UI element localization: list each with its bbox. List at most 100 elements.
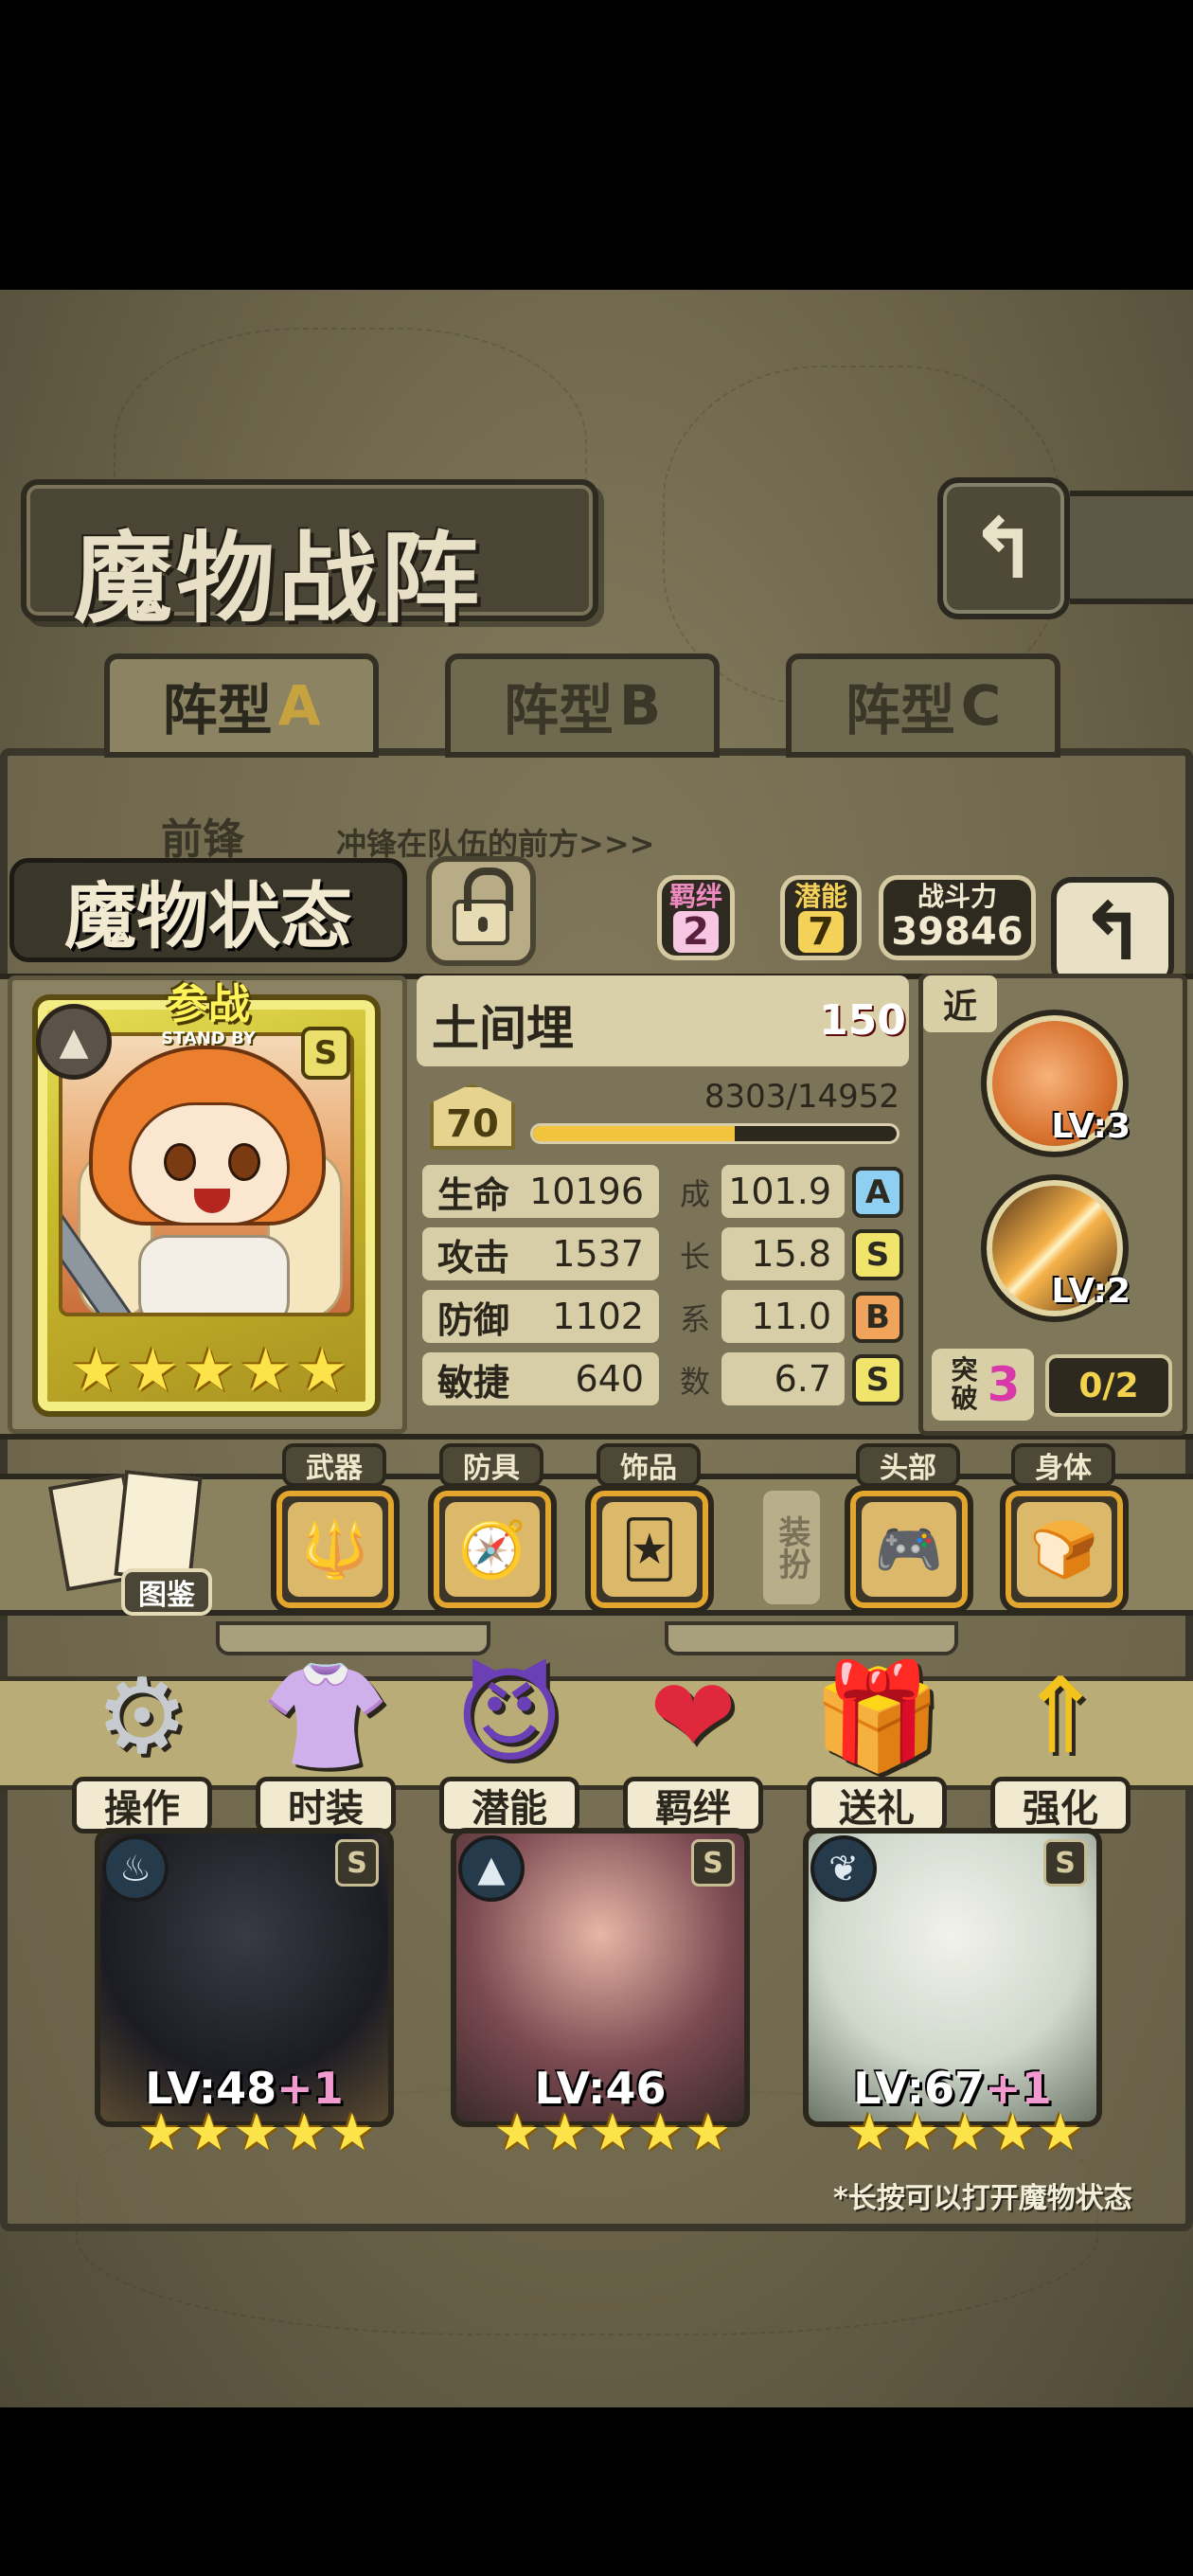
portrait-face [129, 1102, 290, 1225]
attribute-name: 敏捷 [437, 1361, 510, 1404]
portrait-eye [228, 1143, 260, 1181]
tab-letter: C [960, 673, 1002, 738]
grade-badge: A [852, 1167, 903, 1218]
hint-text: *长按可以打开魔物状态 [833, 2182, 1132, 2215]
tab-label: 阵型 [845, 678, 955, 742]
range-tag: 近 [923, 975, 997, 1032]
equipment-slot[interactable]: 🔱 [271, 1485, 400, 1614]
star-icon: ★ [894, 2102, 940, 2162]
attribute-box: 生命 10196 [422, 1165, 659, 1218]
star-icon: ★ [126, 1335, 180, 1404]
potential-value: 7 [798, 911, 844, 953]
star-icon: ★ [542, 2102, 588, 2162]
action-button[interactable]: 😈 潜能 [434, 1650, 585, 1839]
breakthrough-count: 0/2 [1045, 1354, 1172, 1417]
action-label: 羁绊 [623, 1777, 763, 1834]
bond-label: 羁绊 [668, 881, 722, 912]
attribute-value: 10196 [529, 1171, 644, 1212]
bread-bear-skill-icon[interactable]: LV:3 [981, 1010, 1131, 1157]
hearts-icon: ❤ [649, 1655, 738, 1777]
star-icon: ★ [138, 2102, 185, 2162]
power-pill: 战斗力 39846 [879, 875, 1036, 960]
back-button[interactable]: ↰ [937, 477, 1070, 619]
tab-formation-c[interactable]: 阵型 C [786, 653, 1060, 758]
action-button[interactable]: 👚 时装 [250, 1650, 401, 1839]
standby-subtext: STAND BY [161, 1029, 256, 1048]
attribute-name: 攻击 [437, 1236, 510, 1279]
team-member-card[interactable]: ❦ S LV:67+1 [803, 1828, 1102, 2127]
mountain-element-icon: ▲ [458, 1835, 525, 1902]
fire-slash-skill-icon[interactable]: LV:2 [981, 1174, 1131, 1322]
action-button[interactable]: ⚙ 操作 [66, 1650, 218, 1839]
star-icon: ★ [183, 1335, 236, 1404]
water-element-icon: ♨ [102, 1835, 169, 1902]
rank-badge: S [301, 1027, 350, 1080]
return-arrow-icon: ↰ [1078, 886, 1147, 978]
back-button-extension [1070, 491, 1193, 604]
return-arrow-icon: ↰ [969, 499, 1039, 598]
lock-button[interactable] [426, 856, 536, 966]
lock-icon [453, 868, 513, 945]
action-button[interactable]: 🎁 送礼 [801, 1650, 953, 1839]
star-icon: ★ [589, 2102, 636, 2162]
slot-label: 身体 [1011, 1443, 1115, 1487]
team-member-card[interactable]: ▲ S LV:46 [451, 1828, 750, 2127]
bond-value: 2 [673, 911, 719, 953]
growth-label-char: 长 [680, 1239, 711, 1275]
team-member-card[interactable]: ♨ S LV:48+1 [95, 1828, 394, 2127]
equipment-slot[interactable]: 🃏 [585, 1485, 714, 1614]
equipment-slot[interactable]: 🍞 [1000, 1485, 1129, 1614]
exp-fill [533, 1126, 736, 1141]
card-icon: 🃏 [602, 1502, 697, 1597]
equipment-slot[interactable]: 🧭 [428, 1485, 557, 1614]
exp-text: 8303/14952 [703, 1078, 899, 1116]
grade-badge: S [852, 1229, 903, 1280]
action-button[interactable]: ❤ 羁绊 [617, 1650, 769, 1839]
exp-bar [530, 1123, 899, 1144]
page-title: 魔物战阵 [74, 521, 484, 636]
compendium-button[interactable]: 图鉴 [121, 1568, 212, 1616]
equipment-slot[interactable]: 🎮 [845, 1485, 973, 1614]
card-stars: ★ ★ ★ ★ ★ [53, 1337, 365, 1404]
status-title: 魔物状态 [9, 858, 407, 962]
star-icon: ★ [186, 2102, 232, 2162]
gift-icon: 🎁 [811, 1655, 942, 1777]
action-label: 强化 [990, 1777, 1131, 1834]
clothes-icon: 👚 [260, 1655, 391, 1777]
team-member-stars: ★ ★ ★ ★ ★ [138, 2104, 375, 2161]
growth-label-char: 数 [680, 1364, 711, 1400]
action-button[interactable]: ⇑ 强化 [985, 1650, 1136, 1839]
grade-badge: B [852, 1292, 903, 1343]
leaf-element-icon: ❦ [810, 1835, 877, 1902]
attribute-name: 生命 [437, 1173, 510, 1216]
portrait-eye [164, 1143, 196, 1181]
attribute-row: 攻击 1537 长 15.8 S [422, 1227, 905, 1280]
star-icon: ★ [989, 2102, 1036, 2162]
skill-level: LV:2 [1051, 1272, 1131, 1311]
tab-formation-a[interactable]: 阵型 A [104, 653, 379, 758]
star-icon: ★ [846, 2102, 893, 2162]
rank-badge: S [335, 1839, 379, 1887]
arrows-up-icon: ⇑ [1016, 1655, 1105, 1777]
growth-label-char: 系 [680, 1301, 711, 1337]
tab-letter: B [618, 673, 662, 738]
tab-label: 阵型 [162, 678, 273, 742]
skill-level: LV:3 [1051, 1107, 1131, 1146]
tab-formation-b[interactable]: 阵型 B [445, 653, 720, 758]
star-icon: ★ [239, 1335, 293, 1404]
attribute-row: 敏捷 640 数 6.7 S [422, 1352, 905, 1405]
standby-text: 参战 [167, 980, 250, 1029]
team-member-stars: ★ ★ ★ ★ ★ [846, 2104, 1083, 2161]
power-value: 39846 [891, 910, 1024, 954]
panel-return-button[interactable]: ↰ [1051, 877, 1174, 987]
action-label: 时装 [256, 1777, 396, 1834]
attribute-row: 生命 10196 成 101.9 A [422, 1165, 905, 1218]
growth-value: 101.9 [721, 1165, 845, 1218]
star-icon: ★ [329, 2102, 376, 2162]
power-label: 战斗力 [917, 881, 997, 912]
breakthrough-tag: 突破 3 [932, 1349, 1034, 1421]
trident-icon: 🔱 [288, 1502, 383, 1597]
tab-label: 阵型 [503, 678, 614, 742]
star-icon: ★ [637, 2102, 684, 2162]
gear-icon: ⚙ [95, 1655, 189, 1777]
